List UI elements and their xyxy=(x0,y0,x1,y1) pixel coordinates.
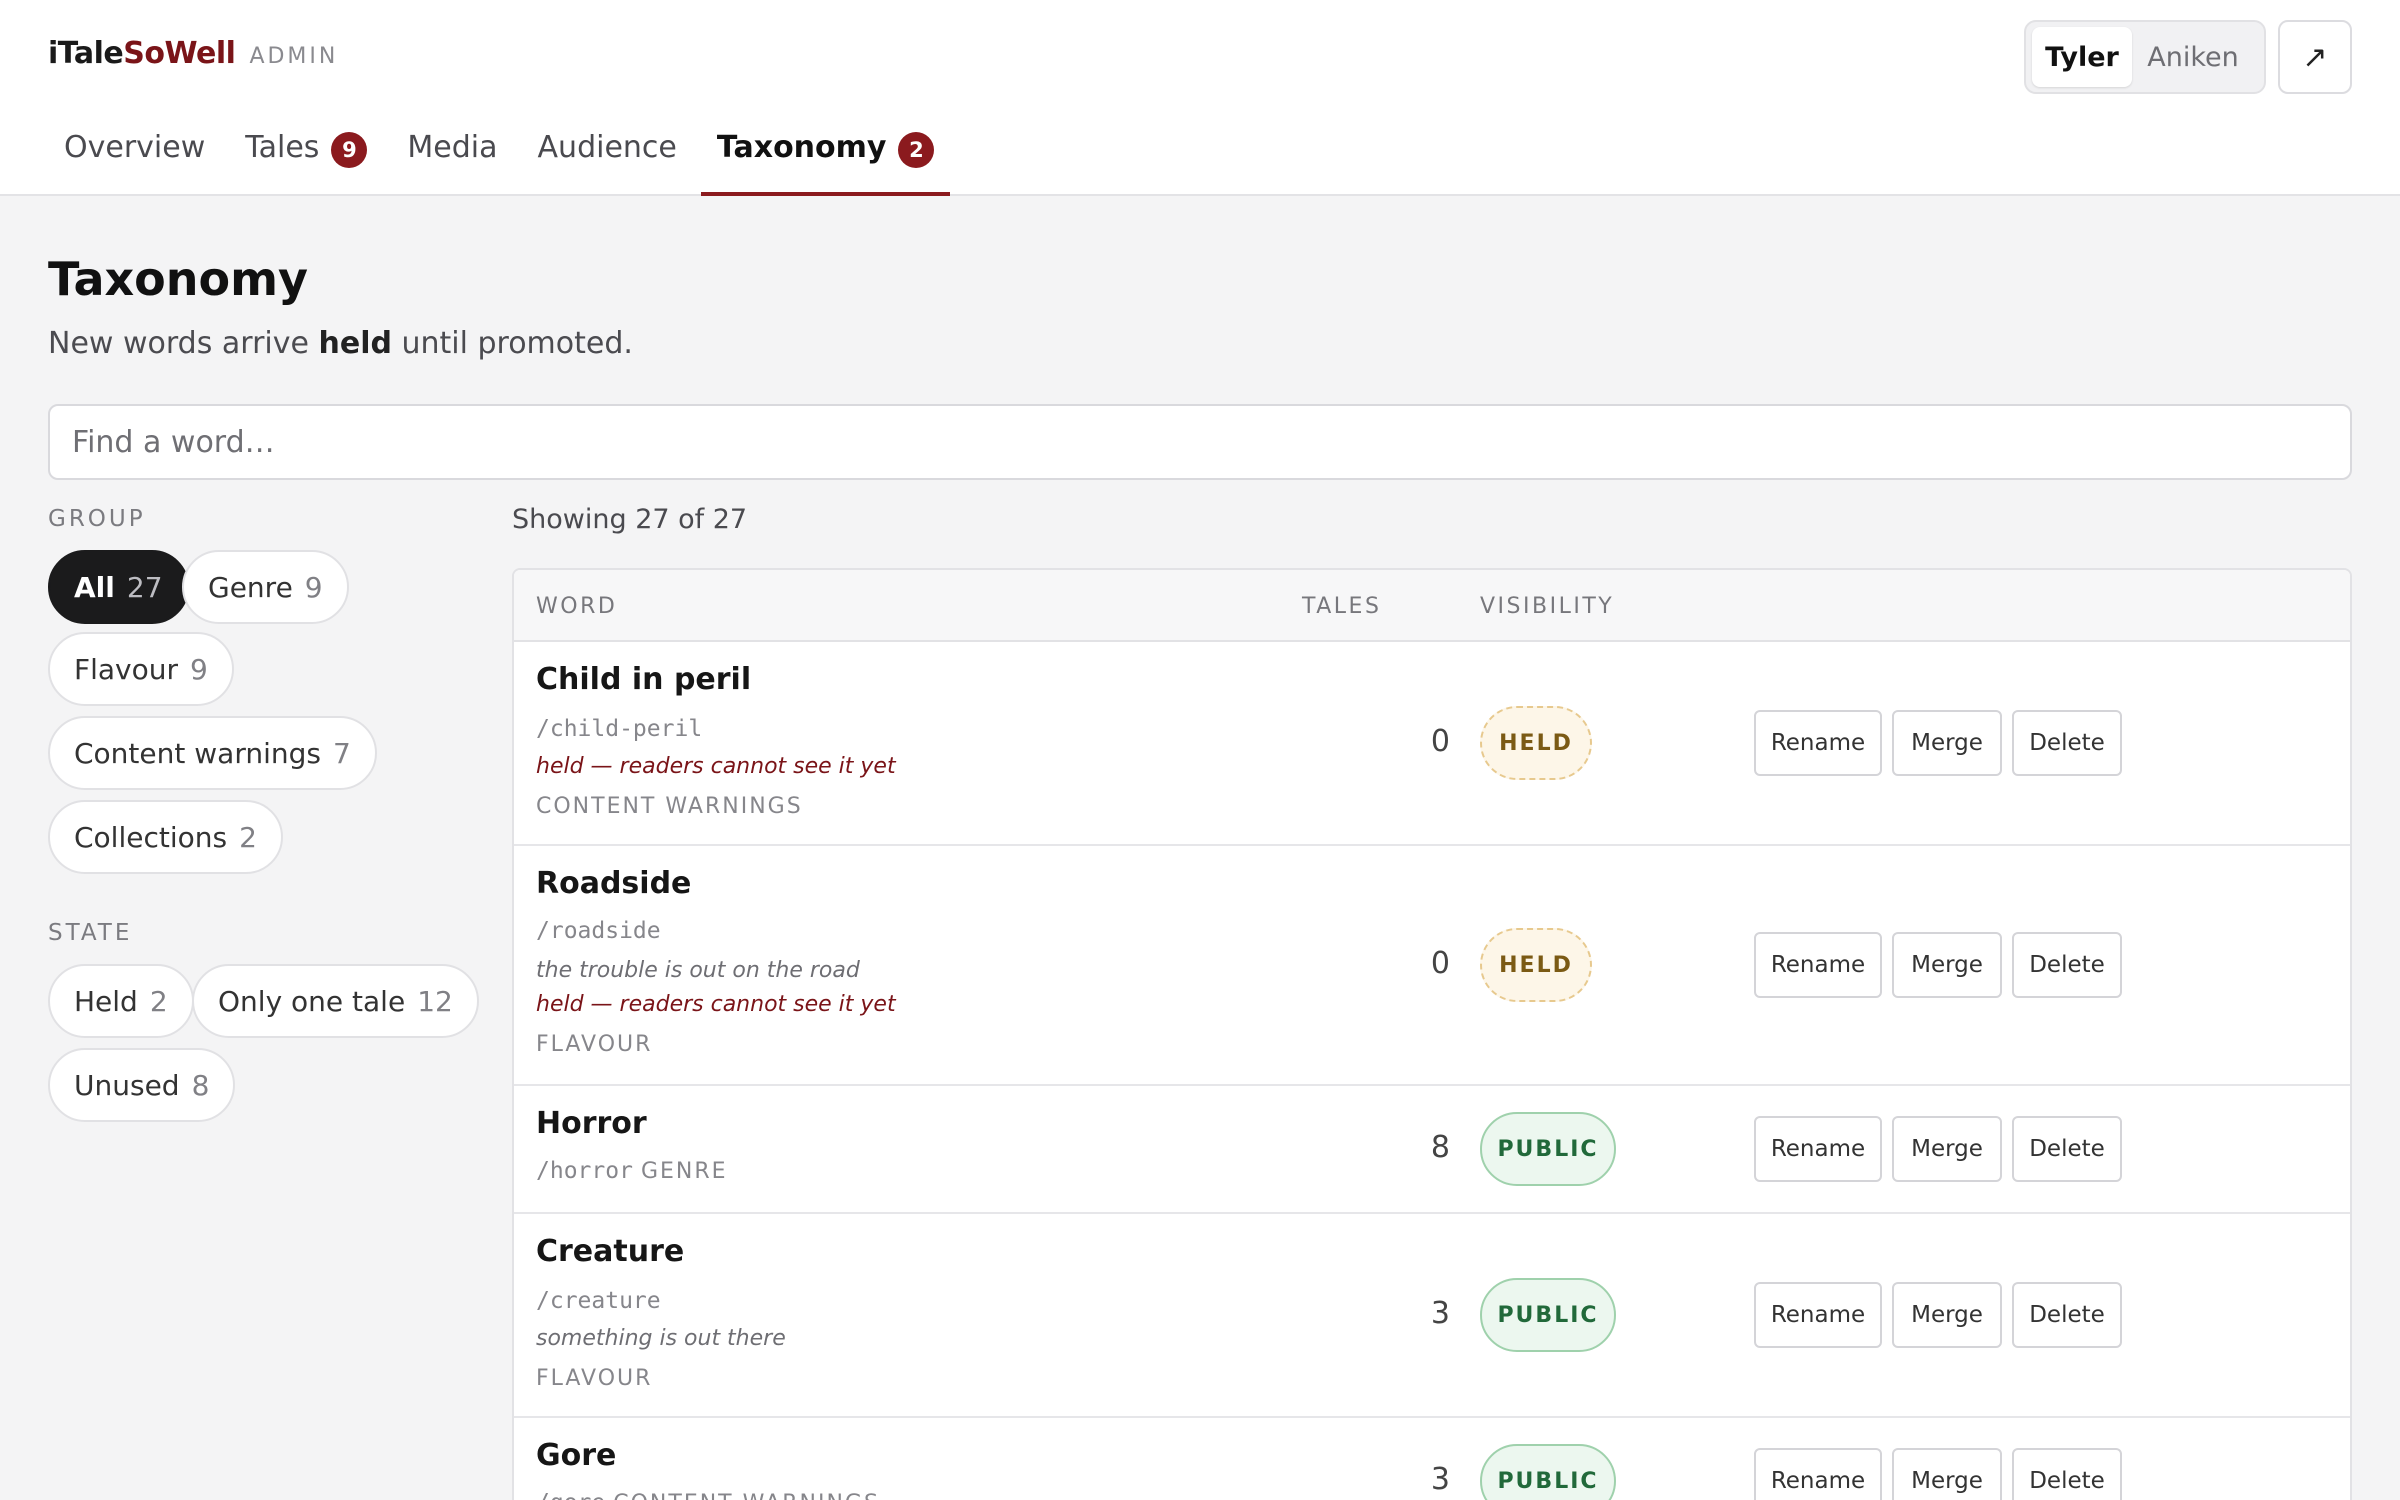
word-description: something is out there xyxy=(536,1326,786,1351)
word-description: the trouble is out on the road xyxy=(536,958,860,983)
tab-media[interactable]: Media xyxy=(391,120,513,196)
state-filter-label: STATE xyxy=(48,920,133,946)
word-slug: /creature xyxy=(536,1288,661,1314)
word-group: CONTENT WARNINGS xyxy=(536,794,803,819)
delete-button[interactable]: Delete xyxy=(2012,710,2122,776)
count-badge: 2 xyxy=(898,132,935,168)
tab-label: Media xyxy=(407,130,498,165)
word-group: FLAVOUR xyxy=(536,1366,653,1391)
top-bar: iTaleSoWell ADMIN Tyler Aniken ↗ Overvie… xyxy=(0,0,2400,196)
delete-button[interactable]: Delete xyxy=(2012,932,2122,998)
open-site-button[interactable]: ↗ xyxy=(2278,20,2352,94)
table-row: Horror /horror GENRE 8 PUBLIC Rename Merg… xyxy=(514,1086,2350,1214)
rename-button[interactable]: Rename xyxy=(1754,1448,1882,1500)
merge-button[interactable]: Merge xyxy=(1892,932,2002,998)
column-header-word: WORD xyxy=(536,594,618,619)
visibility-badge[interactable]: PUBLIC xyxy=(1480,1112,1616,1186)
merge-button[interactable]: Merge xyxy=(1892,1448,2002,1500)
table-row: Creature /creature something is out ther… xyxy=(514,1214,2350,1418)
filter-chip-all[interactable]: All 27 xyxy=(48,550,189,624)
tales-count: 3 xyxy=(1430,1462,1450,1497)
word-name[interactable]: Creature xyxy=(536,1234,684,1269)
user-option-aniken[interactable]: Aniken xyxy=(2132,27,2254,87)
rename-button[interactable]: Rename xyxy=(1754,1116,1882,1182)
filter-chip-held[interactable]: Held 2 xyxy=(48,964,194,1038)
count-badge: 9 xyxy=(331,132,368,168)
word-slug: /child-peril xyxy=(536,716,703,742)
words-table: WORD TALES VISIBILITY Child in peril /ch… xyxy=(512,568,2352,1500)
brand-logo: iTaleSoWell xyxy=(48,36,236,71)
merge-button[interactable]: Merge xyxy=(1892,1116,2002,1182)
tab-taxonomy[interactable]: Taxonomy 2 xyxy=(700,120,951,196)
word-slug: /goreCONTENT WARNINGS xyxy=(536,1490,880,1500)
visibility-badge[interactable]: PUBLIC xyxy=(1480,1444,1616,1500)
column-header-visibility: VISIBILITY xyxy=(1480,594,1615,619)
brand-admin-label: ADMIN xyxy=(249,44,339,69)
page-title: Taxonomy xyxy=(48,252,309,306)
tales-count: 8 xyxy=(1430,1130,1450,1165)
held-note: held — readers cannot see it yet xyxy=(536,992,896,1017)
filter-chip-collections[interactable]: Collections 2 xyxy=(48,800,283,874)
column-header-tales: TALES xyxy=(1302,594,1382,619)
filter-chip-genre[interactable]: Genre 9 xyxy=(182,550,349,624)
table-row: Child in peril /child-peril held — reade… xyxy=(514,642,2350,846)
tab-audience[interactable]: Audience xyxy=(522,120,693,196)
group-filter-label: GROUP xyxy=(48,506,146,532)
visibility-badge[interactable]: HELD xyxy=(1480,928,1592,1002)
word-slug: /roadside xyxy=(536,918,661,944)
tales-count: 0 xyxy=(1430,724,1450,759)
filter-chip-unused[interactable]: Unused 8 xyxy=(48,1048,236,1122)
table-row: Roadside /roadside the trouble is out on… xyxy=(514,846,2350,1086)
tab-label: Audience xyxy=(537,130,677,165)
table-row: Gore /goreCONTENT WARNINGS 3 PUBLIC Rena… xyxy=(514,1418,2350,1500)
delete-button[interactable]: Delete xyxy=(2012,1282,2122,1348)
word-slug: /horror GENRE xyxy=(536,1158,728,1184)
word-group: FLAVOUR xyxy=(536,1032,653,1057)
tales-count: 3 xyxy=(1430,1296,1450,1331)
main-tabs: Overview Tales 9 Media Audience Taxonomy… xyxy=(48,120,958,196)
filter-chip-only-one-tale[interactable]: Only one tale 12 xyxy=(192,964,479,1038)
tab-label: Overview xyxy=(64,130,206,165)
merge-button[interactable]: Merge xyxy=(1892,710,2002,776)
merge-button[interactable]: Merge xyxy=(1892,1282,2002,1348)
tab-overview[interactable]: Overview xyxy=(48,120,221,196)
tales-count: 0 xyxy=(1430,946,1450,981)
visibility-badge[interactable]: PUBLIC xyxy=(1480,1278,1616,1352)
user-switcher: Tyler Aniken xyxy=(2024,20,2266,94)
word-name[interactable]: Roadside xyxy=(536,866,691,901)
tab-label: Tales xyxy=(245,130,320,165)
delete-button[interactable]: Delete xyxy=(2012,1448,2122,1500)
tab-tales[interactable]: Tales 9 xyxy=(229,120,383,196)
word-name[interactable]: Child in peril xyxy=(536,662,751,697)
results-count: Showing 27 of 27 xyxy=(512,504,748,535)
brand[interactable]: iTaleSoWell ADMIN xyxy=(48,36,338,71)
page-subtitle: New words arrive held until promoted. xyxy=(48,326,633,361)
word-name[interactable]: Horror xyxy=(536,1106,647,1141)
user-option-tyler[interactable]: Tyler xyxy=(2032,27,2132,87)
filter-chip-content-warnings[interactable]: Content warnings 7 xyxy=(48,716,377,790)
rename-button[interactable]: Rename xyxy=(1754,1282,1882,1348)
held-note: held — readers cannot see it yet xyxy=(536,754,896,779)
visibility-badge[interactable]: HELD xyxy=(1480,706,1592,780)
word-name[interactable]: Gore xyxy=(536,1438,616,1473)
rename-button[interactable]: Rename xyxy=(1754,710,1882,776)
rename-button[interactable]: Rename xyxy=(1754,932,1882,998)
search-input[interactable] xyxy=(48,404,2352,480)
table-header: WORD TALES VISIBILITY xyxy=(514,570,2350,642)
tab-label: Taxonomy xyxy=(716,130,887,165)
delete-button[interactable]: Delete xyxy=(2012,1116,2122,1182)
filter-chip-flavour[interactable]: Flavour 9 xyxy=(48,632,234,706)
external-link-icon: ↗ xyxy=(2302,39,2328,75)
